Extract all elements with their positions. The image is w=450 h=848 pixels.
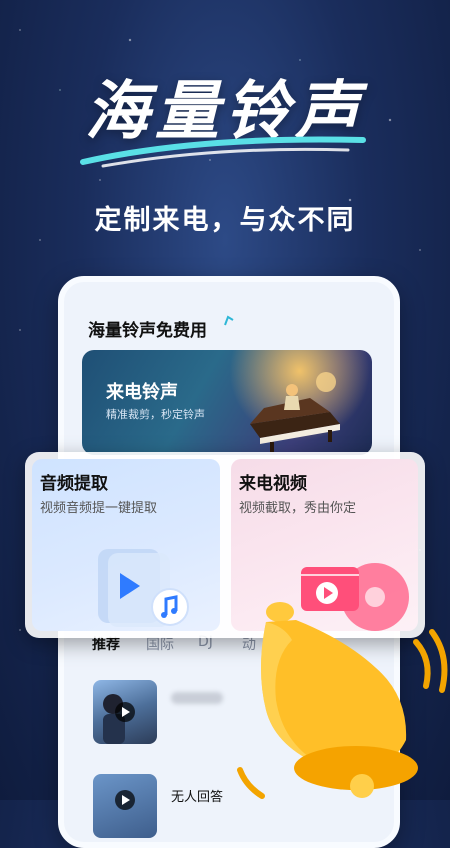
play-icon[interactable] [115, 702, 135, 722]
song-title: 无人回答 [171, 790, 224, 805]
banner-subtitle: 精准裁剪，秒定铃声 [106, 408, 205, 421]
song-cover [93, 680, 157, 744]
video-card-title: 来电视频 [239, 474, 307, 494]
play-icon[interactable] [115, 790, 135, 810]
hero-swoosh-decoration [80, 136, 366, 168]
audio-extract-card[interactable]: 音频提取 视频音频提一键提取 [32, 459, 220, 631]
phone-header-title: 海量铃声免费用 [88, 321, 207, 341]
ringtone-banner[interactable]: 来电铃声 精准裁剪，秒定铃声 [82, 350, 372, 455]
song-cover [93, 774, 157, 838]
piano-illustration [250, 372, 340, 452]
banner-title: 来电铃声 [106, 382, 178, 403]
audio-file-icon [98, 549, 189, 627]
video-card-subtitle: 视频截取，秀由你定 [239, 501, 357, 516]
song-title-blurred [171, 692, 223, 704]
hero-subtitle: 定制来电，与众不同 [94, 205, 356, 236]
bell-icon [237, 602, 448, 799]
music-note-icon [224, 315, 234, 326]
audio-card-subtitle: 视频音频提一键提取 [40, 501, 158, 516]
audio-card-title: 音频提取 [40, 474, 108, 494]
